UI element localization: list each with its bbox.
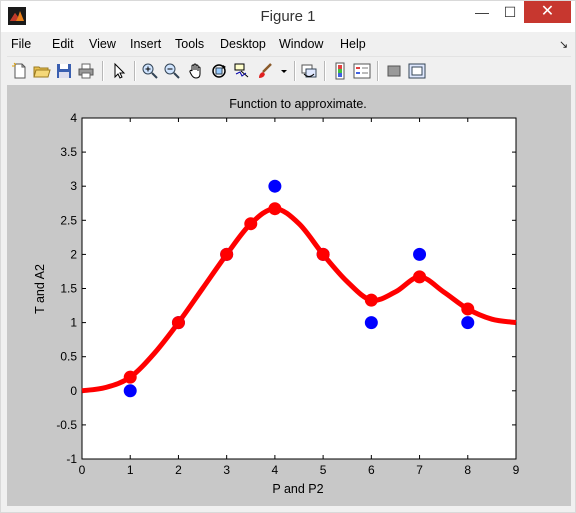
menu-window[interactable]: Window [279,37,323,51]
approx-point[interactable] [364,293,378,307]
x-tick-label: 7 [416,463,423,477]
maximize-button[interactable]: ☐ [497,1,523,23]
figure-canvas: Function to approximate. 0 1 2 3 4 5 6 7 8 9 -1 -0.… [7,85,571,506]
zoom-in-icon[interactable] [141,62,159,80]
figure-window: Figure 1 — ☐ ✕ File Edit View Insert Too… [0,0,576,513]
toolbar-separator [377,61,379,81]
link-plot-icon[interactable] [300,62,318,80]
menu-tools[interactable]: Tools [175,37,204,51]
y-tick-label: 0.5 [60,350,77,364]
approx-point[interactable] [123,370,137,384]
x-tick-label: 9 [513,463,520,477]
y-axis-label: T and A2 [33,264,47,314]
y-tick-label: 4 [70,111,77,125]
toolbar-separator [294,61,296,81]
y-tick-label: 3 [70,179,77,193]
toolbar-separator [134,61,136,81]
x-tick-label: 3 [223,463,230,477]
y-tick-label: 1.5 [60,282,77,296]
menu-file[interactable]: File [11,37,31,51]
target-point[interactable] [123,384,137,398]
dock-arrow-icon[interactable]: ↘ [559,38,568,51]
show-plot-tools-icon[interactable] [408,62,426,80]
minimize-button[interactable]: — [469,1,495,23]
figure-toolbar [7,56,571,85]
title-bar: Figure 1 — ☐ ✕ [1,1,575,32]
approx-point[interactable] [171,316,185,330]
x-tick-label: 1 [127,463,134,477]
y-tick-label: -0.5 [56,418,77,432]
y-tick-label: 3.5 [60,145,77,159]
chevron-down-icon[interactable] [275,62,293,80]
approx-point[interactable] [244,217,258,231]
target-point[interactable] [268,179,282,193]
menu-help[interactable]: Help [340,37,366,51]
x-tick-label: 4 [272,463,279,477]
new-figure-icon[interactable] [11,62,29,80]
menu-edit[interactable]: Edit [52,37,74,51]
target-point[interactable] [461,316,475,330]
insert-legend-icon[interactable] [353,62,371,80]
x-tick-label: 2 [175,463,182,477]
insert-colorbar-icon[interactable] [331,62,349,80]
y-tick-label: 0 [70,384,77,398]
edit-plot-arrow-icon[interactable] [110,62,128,80]
axes-box[interactable] [81,117,517,460]
open-file-icon[interactable] [33,62,51,80]
menu-view[interactable]: View [89,37,116,51]
chart-svg: Function to approximate. 0 1 2 3 4 5 6 7 8 9 -1 -0.… [33,97,520,496]
x-tick-label: 8 [464,463,471,477]
data-cursor-icon[interactable] [233,62,251,80]
menu-bar: File Edit View Insert Tools Desktop Wind… [7,33,571,55]
menu-desktop[interactable]: Desktop [220,37,266,51]
approx-point[interactable] [220,247,234,261]
x-tick-label: 6 [368,463,375,477]
approx-point[interactable] [461,302,475,316]
hide-plot-tools-icon[interactable] [385,62,403,80]
toolbar-separator [102,61,104,81]
approx-point[interactable] [316,247,330,261]
approx-point[interactable] [268,202,282,216]
close-button[interactable]: ✕ [524,1,571,23]
rotate-3d-icon[interactable] [210,62,228,80]
target-point[interactable] [364,316,378,330]
print-icon[interactable] [77,62,95,80]
menu-insert[interactable]: Insert [130,37,161,51]
pan-hand-icon[interactable] [187,62,205,80]
x-tick-label: 0 [79,463,86,477]
x-axis-label: P and P2 [272,482,323,496]
zoom-out-icon[interactable] [163,62,181,80]
x-tick-label: 5 [320,463,327,477]
toolbar-separator [324,61,326,81]
brush-icon[interactable] [256,62,274,80]
target-point[interactable] [413,247,427,261]
y-tick-label: 2.5 [60,213,77,227]
save-icon[interactable] [55,62,73,80]
chart-title: Function to approximate. [229,97,367,111]
approx-point[interactable] [413,270,427,284]
y-tick-label: 1 [70,316,77,330]
y-tick-label: -1 [66,452,77,466]
y-tick-label: 2 [70,247,77,261]
